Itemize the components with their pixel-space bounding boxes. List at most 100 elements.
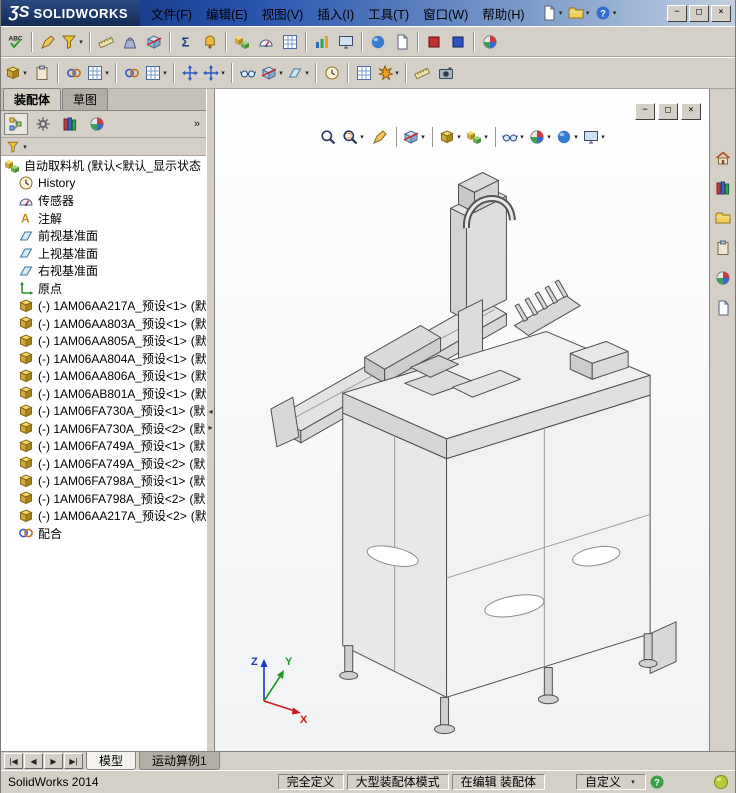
- hyperlink-button[interactable]: [62, 62, 86, 84]
- curvature-button[interactable]: [366, 31, 390, 53]
- taskpane-design-library-button[interactable]: [712, 177, 734, 199]
- menu-window[interactable]: 窗口(W): [416, 0, 475, 27]
- mass-properties-button[interactable]: [118, 31, 142, 53]
- menu-file[interactable]: 文件(F): [144, 0, 199, 27]
- tree-root-item[interactable]: 自动取料机 (默认<默认_显示状态: [1, 157, 206, 175]
- tree-item[interactable]: (-) 1AM06AA804A_预设<1> (默: [1, 350, 206, 368]
- taskpane-solidworks-resources-button[interactable]: [712, 147, 734, 169]
- tab-motion-study-1[interactable]: 运动算例1: [139, 752, 220, 770]
- new-motion-study-button[interactable]: [320, 62, 344, 84]
- assembly-visualization-button[interactable]: [310, 31, 334, 53]
- menu-view[interactable]: 视图(V): [255, 0, 311, 27]
- tab-model[interactable]: 模型: [86, 752, 137, 770]
- tree-item[interactable]: (-) 1AM06FA730A_预设<2> (默: [1, 420, 206, 438]
- view-settings-button[interactable]: ▾: [582, 127, 608, 147]
- tree-item[interactable]: (-) 1AM06AB801A_预设<1> (默: [1, 385, 206, 403]
- menu-help[interactable]: 帮助(H): [475, 0, 531, 27]
- menu-edit[interactable]: 编辑(E): [199, 0, 255, 27]
- taskpane-custom-properties-button[interactable]: [712, 297, 734, 319]
- panel-splitter[interactable]: ◂ ▸: [206, 89, 215, 751]
- tree-item[interactable]: History: [1, 175, 206, 193]
- tab-featuremanager-design-tree[interactable]: [4, 113, 28, 135]
- sheet-nav-button-1[interactable]: ◀: [24, 753, 43, 769]
- tree-item[interactable]: (-) 1AM06AA805A_预设<1> (默: [1, 332, 206, 350]
- section-properties-button[interactable]: [142, 31, 166, 53]
- tree-item[interactable]: (-) 1AM06FA749A_预设<2> (默: [1, 455, 206, 473]
- tree-item[interactable]: (-) 1AM06FA798A_预设<1> (默: [1, 472, 206, 490]
- tree-item[interactable]: (-) 1AM06AA803A_预设<1> (默: [1, 315, 206, 333]
- sensor-button[interactable]: [198, 31, 222, 53]
- tree-item[interactable]: A 注解: [1, 210, 206, 228]
- tree-item[interactable]: 传感器: [1, 192, 206, 210]
- render-preview-button[interactable]: [478, 31, 502, 53]
- new-document-button[interactable]: ▾: [540, 2, 566, 24]
- customize-combo[interactable]: 自定义 ▾: [575, 774, 646, 790]
- tab-displaymanager[interactable]: [85, 113, 109, 135]
- doc-minimize-button[interactable]: −: [635, 103, 655, 120]
- tab-propertymanager[interactable]: [31, 113, 55, 135]
- snapshot-button[interactable]: [434, 62, 458, 84]
- interference-detection-button[interactable]: [230, 31, 254, 53]
- taskpane-file-explorer-button[interactable]: [712, 207, 734, 229]
- taskpane-view-palette-button[interactable]: [712, 237, 734, 259]
- tree-item[interactable]: (-) 1AM06FA798A_预设<2> (默: [1, 490, 206, 508]
- rotate-component-button[interactable]: ▾: [202, 62, 228, 84]
- tree-item[interactable]: 原点: [1, 280, 206, 298]
- menu-tools[interactable]: 工具(T): [361, 0, 416, 27]
- doc-restore-button[interactable]: □: [658, 103, 678, 120]
- linear-component-pattern-button[interactable]: ▾: [144, 62, 170, 84]
- tree-item[interactable]: 右视基准面: [1, 262, 206, 280]
- markup-red-button[interactable]: [422, 31, 446, 53]
- hole-alignment-button[interactable]: [278, 31, 302, 53]
- compare-documents-button[interactable]: [390, 31, 414, 53]
- sheet-nav-button-0[interactable]: |◀: [4, 753, 23, 769]
- tab-assembly[interactable]: 装配体: [3, 88, 62, 110]
- tree-item[interactable]: 前视基准面: [1, 227, 206, 245]
- apply-scene-button[interactable]: ▾: [555, 127, 581, 147]
- insert-component-button[interactable]: ▾: [4, 62, 30, 84]
- doc-close-button[interactable]: ×: [681, 103, 701, 120]
- spellcheck-button[interactable]: ABC: [4, 31, 28, 53]
- sheet-nav-button-2[interactable]: ▶: [44, 753, 63, 769]
- splitter-expand-icon[interactable]: ▸: [208, 424, 212, 432]
- equations-button[interactable]: Σ: [174, 31, 198, 53]
- mate-button[interactable]: [120, 62, 144, 84]
- previous-view-button[interactable]: [368, 127, 392, 147]
- design-table-button[interactable]: ▾: [86, 62, 112, 84]
- quick-tips-button[interactable]: ?: [649, 774, 665, 790]
- markup-blue-button[interactable]: [446, 31, 470, 53]
- help-button[interactable]: ? ▾: [594, 2, 620, 24]
- view-palette-paste-button[interactable]: [30, 62, 54, 84]
- selection-filter-button[interactable]: ▾: [60, 31, 86, 53]
- section-view-button[interactable]: ▾: [402, 127, 428, 147]
- tab-configurationmanager[interactable]: [58, 113, 82, 135]
- tree-item[interactable]: (-) 1AM06FA730A_预设<1> (默: [1, 402, 206, 420]
- zoom-to-fit-button[interactable]: [316, 127, 340, 147]
- display-style-button[interactable]: ▾: [465, 127, 491, 147]
- close-button[interactable]: ×: [711, 4, 731, 22]
- featuremanager-overflow-chevron[interactable]: »: [194, 118, 203, 130]
- clearance-verification-button[interactable]: [254, 31, 278, 53]
- tree-filter-button[interactable]: ▾: [4, 136, 30, 158]
- edit-appearance-button[interactable]: ▾: [528, 127, 554, 147]
- tree-item[interactable]: (-) 1AM06AA806A_预设<1> (默: [1, 367, 206, 385]
- bill-of-materials-button[interactable]: [352, 62, 376, 84]
- tab-sketch[interactable]: 草图: [62, 88, 109, 110]
- instant3d-button[interactable]: [410, 62, 434, 84]
- performance-evaluation-button[interactable]: [334, 31, 358, 53]
- taskpane-appearances-scenes-button[interactable]: [712, 267, 734, 289]
- zoom-to-area-button[interactable]: ▾: [341, 127, 367, 147]
- splitter-collapse-icon[interactable]: ◂: [208, 408, 212, 416]
- tree-item[interactable]: 上视基准面: [1, 245, 206, 263]
- measure-button[interactable]: [94, 31, 118, 53]
- assembly-features-button[interactable]: ▾: [260, 62, 286, 84]
- open-document-button[interactable]: ▾: [567, 2, 593, 24]
- maximize-button[interactable]: □: [689, 4, 709, 22]
- exploded-view-button[interactable]: ▾: [376, 62, 402, 84]
- menu-insert[interactable]: 插入(I): [310, 0, 361, 27]
- move-component-button[interactable]: [178, 62, 202, 84]
- sheet-nav-button-3[interactable]: ▶|: [64, 753, 83, 769]
- tree-item[interactable]: 配合: [1, 525, 206, 543]
- tree-item[interactable]: (-) 1AM06AA217A_预设<1> (默: [1, 297, 206, 315]
- minimize-button[interactable]: −: [667, 4, 687, 22]
